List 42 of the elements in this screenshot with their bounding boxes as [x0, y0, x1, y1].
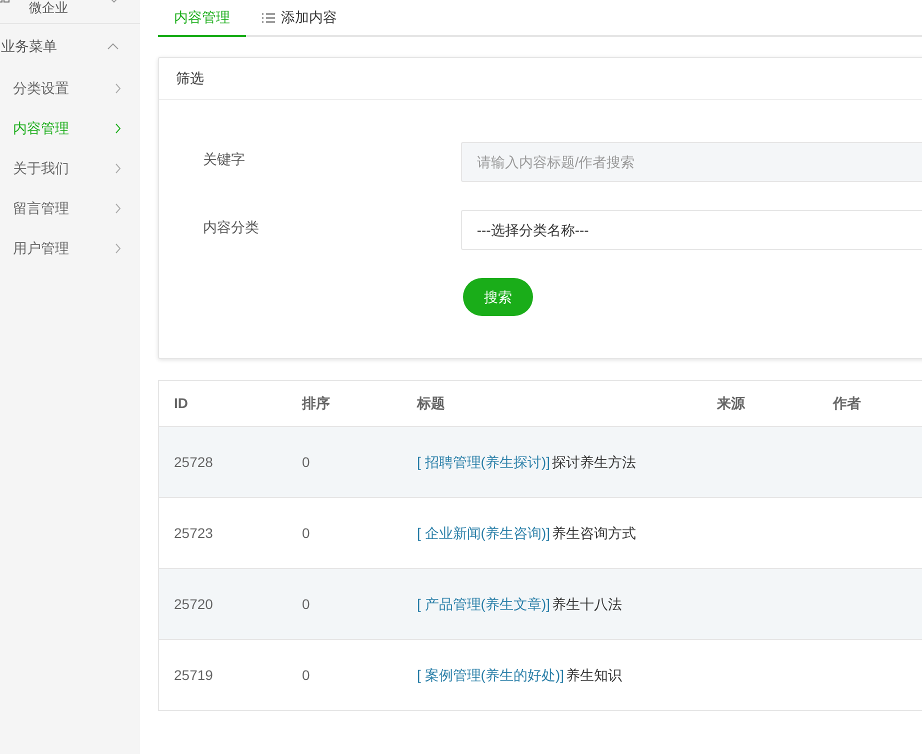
search-field[interactable]: 请输入内容标题/作者搜索 — [460, 142, 922, 182]
sidebar-item[interactable]: 用户管理 — [13, 238, 69, 258]
column-header: 标题 — [417, 395, 445, 411]
chevron-right-icon — [115, 162, 121, 174]
chevron-right-icon — [115, 82, 121, 94]
table-cell-text: 养生十八法 — [552, 594, 622, 614]
table-cell-text: 养生知识 — [566, 666, 622, 684]
search-button[interactable]: 搜索 — [463, 278, 533, 316]
field-label: 内容分类 — [202, 218, 260, 236]
field-label: 关键字 — [202, 150, 246, 168]
table-cell: 0 — [302, 666, 310, 682]
menu-section[interactable]: 业务菜单 — [1, 36, 57, 56]
category-link[interactable]: [ 招聘管理(养生探讨)] — [417, 452, 550, 472]
table-cell: 25719 — [174, 666, 213, 682]
category-link[interactable]: [ 企业新闻(养生咨询)] — [417, 522, 550, 544]
tab[interactable]: 内容管理 — [158, 0, 246, 37]
column-header: 排序 — [302, 395, 330, 411]
chevron-right-icon — [115, 202, 121, 214]
category-link[interactable]: [ 案例管理(养生的好处)] — [417, 664, 564, 686]
column-header: 作者 — [833, 395, 861, 411]
category-link[interactable]: [ 产品管理(养生文章)] — [417, 594, 550, 614]
column-header: ID — [174, 395, 188, 411]
chevron-right-icon — [115, 242, 121, 254]
category-select[interactable]: ---选择分类名称--- — [460, 210, 922, 250]
sidebar-item[interactable]: 关于我们 — [13, 158, 69, 178]
table-cell-text: 养生咨询方式 — [552, 524, 636, 542]
chevron-right-icon — [115, 122, 121, 134]
table-cell: 25728 — [174, 454, 213, 470]
tab[interactable]: 添加内容 — [246, 0, 353, 37]
list-icon — [262, 12, 275, 22]
table-cell-text: 探讨养生方法 — [552, 452, 636, 472]
table-cell: 25720 — [174, 596, 213, 612]
sidebar-item[interactable]: 微企业 — [29, 0, 68, 16]
table-cell: 0 — [302, 454, 310, 470]
sidebar-item[interactable]: 留言管理 — [13, 198, 69, 218]
table-cell: 0 — [302, 524, 310, 540]
table-cell: 25723 — [174, 524, 213, 540]
column-header: 来源 — [717, 395, 745, 411]
sidebar-item[interactable]: 内容管理 — [13, 118, 69, 138]
table-cell: 0 — [302, 596, 310, 612]
sidebar-item[interactable]: 分类设置 — [13, 78, 69, 98]
card-title: 筛选 — [176, 69, 204, 88]
